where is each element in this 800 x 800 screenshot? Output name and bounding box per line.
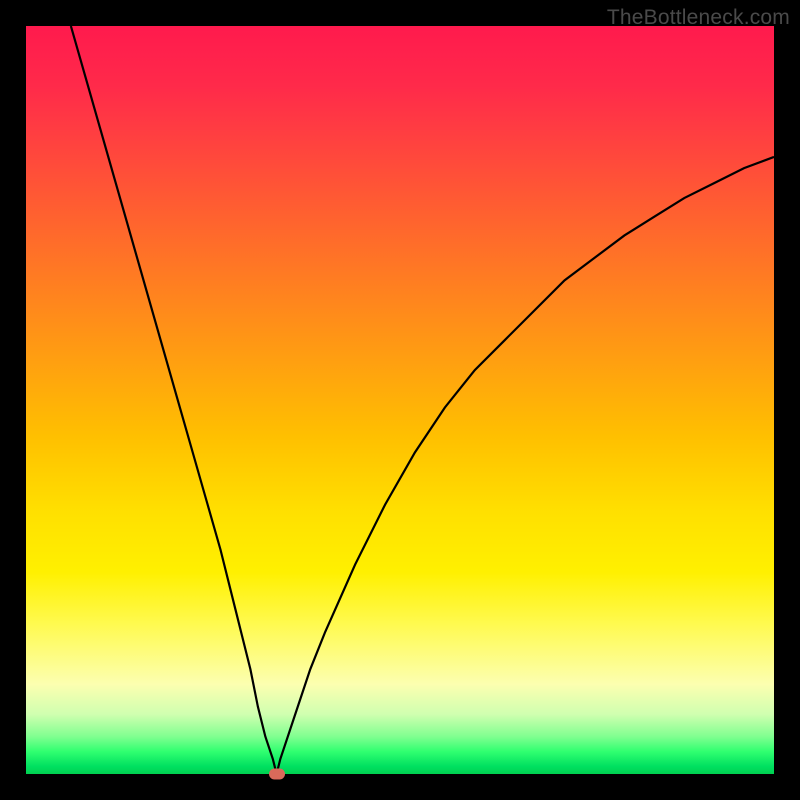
bottleneck-curve: [26, 26, 774, 774]
plot-area: [26, 26, 774, 774]
minimum-marker: [269, 769, 285, 780]
watermark-text: TheBottleneck.com: [607, 6, 790, 30]
